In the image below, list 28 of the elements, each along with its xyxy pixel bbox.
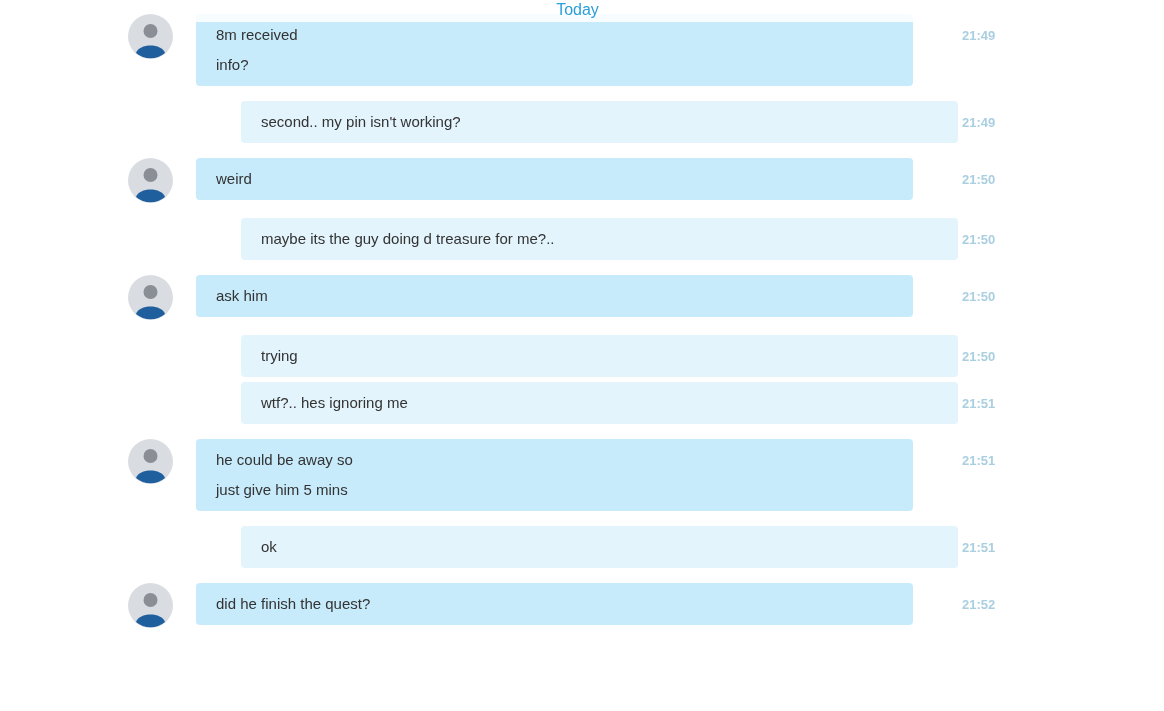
timestamp: 21:50 [962, 231, 996, 249]
message-text: did he finish the quest? [216, 594, 372, 614]
timestamp: 21:51 [962, 395, 996, 413]
avatar-icon [128, 439, 173, 484]
avatar-icon [128, 14, 173, 59]
timestamp: 21:51 [962, 452, 996, 470]
timestamp: 21:52 [962, 596, 996, 614]
message-text: ask him [216, 286, 269, 306]
message-text: ok [261, 537, 278, 557]
message-text: 8m received [216, 25, 299, 45]
message-text: just give him 5 mins [216, 480, 349, 500]
timestamp: 21:50 [962, 171, 996, 189]
timestamp: 21:49 [962, 27, 996, 45]
message-text: second.. my pin isn't working? [261, 112, 462, 132]
message-text: wtf?.. hes ignoring me [261, 393, 409, 413]
timestamp: 21:51 [962, 539, 996, 557]
avatar-icon [128, 583, 173, 628]
avatar-icon [128, 158, 173, 203]
message-text: trying [261, 346, 299, 366]
date-label: Today [556, 0, 599, 20]
timestamp: 21:50 [962, 348, 996, 366]
timestamp: 21:49 [962, 114, 996, 132]
timestamp: 21:50 [962, 288, 996, 306]
message-text: maybe its the guy doing d treasure for me?.. [261, 229, 556, 249]
message-text: weird [216, 169, 253, 189]
message-text: info? [216, 55, 250, 75]
message-text: he could be away so [216, 450, 354, 470]
avatar-icon [128, 275, 173, 320]
